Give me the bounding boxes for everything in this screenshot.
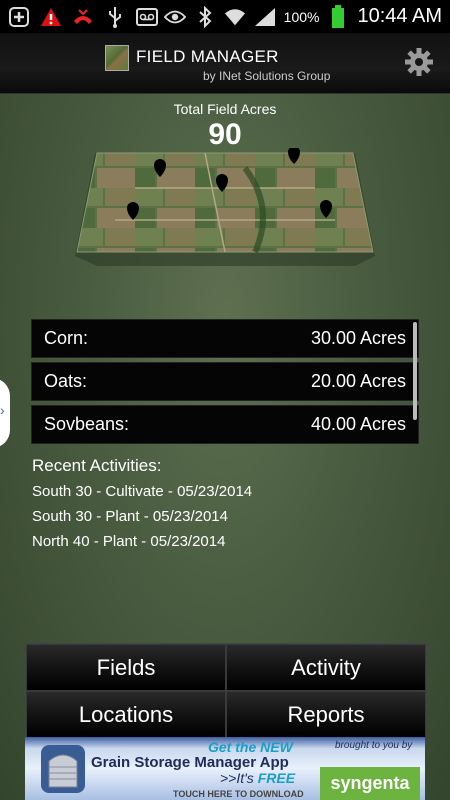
activity-button[interactable]: Activity xyxy=(226,644,426,691)
crop-row-oats[interactable]: Oats: 20.00 Acres xyxy=(31,362,419,401)
ad-free-text: >>It's FREE xyxy=(220,770,295,786)
main-nav: Fields Activity Locations Reports xyxy=(25,643,427,739)
app-logo-icon xyxy=(105,45,129,71)
field-map[interactable] xyxy=(75,146,375,273)
app-header: FIELD MANAGER by INet Solutions Group xyxy=(0,33,450,94)
clock: 10:44 AM xyxy=(357,5,442,27)
ad-free-emph: FREE xyxy=(257,770,296,786)
ad-headline: Get the NEW xyxy=(208,739,293,755)
bluetooth-icon xyxy=(194,5,216,28)
reports-button[interactable]: Reports xyxy=(226,691,426,738)
activity-item[interactable]: South 30 - Plant - 05/23/2014 xyxy=(32,507,252,532)
ad-sponsor-label: brought to you by xyxy=(335,740,413,751)
recent-activities-list: South 30 - Cultivate - 05/23/2014 South … xyxy=(32,482,252,557)
crop-row-soybeans[interactable]: Sovbeans: 40.00 Acres xyxy=(31,405,419,444)
total-field-acres-label: Total Field Acres xyxy=(173,101,277,117)
fields-button[interactable]: Fields xyxy=(26,644,226,691)
missed-call-icon xyxy=(72,6,94,28)
crop-name: Oats: xyxy=(44,371,88,391)
activity-item[interactable]: South 30 - Cultivate - 05/23/2014 xyxy=(32,482,252,507)
crop-acres-list: Corn: 30.00 Acres Oats: 20.00 Acres Sovb… xyxy=(31,319,419,448)
crop-acres: 30.00 Acres xyxy=(310,328,406,348)
battery-icon xyxy=(327,4,349,28)
grain-silo-icon xyxy=(39,743,87,795)
crop-acres: 20.00 Acres xyxy=(310,371,406,391)
ad-free-prefix: >>It's xyxy=(220,770,258,786)
signal-icon xyxy=(254,6,276,28)
voicemail-icon xyxy=(136,6,158,28)
wifi-icon xyxy=(224,6,246,28)
app-subtitle: by INet Solutions Group xyxy=(203,69,331,83)
side-drawer-tab[interactable]: › xyxy=(0,378,10,448)
recent-activities-heading: Recent Activities: xyxy=(32,456,162,475)
crop-list-scrollbar[interactable] xyxy=(413,322,417,420)
chevron-right-icon: › xyxy=(0,402,5,418)
ad-banner[interactable]: Get the NEW Grain Storage Manager App >>… xyxy=(25,737,425,800)
crop-name: Corn: xyxy=(44,328,89,348)
eye-icon xyxy=(163,6,186,28)
warning-icon xyxy=(40,6,62,28)
activity-item[interactable]: North 40 - Plant - 05/23/2014 xyxy=(32,532,252,557)
usb-icon xyxy=(104,6,126,28)
battery-percent: 100% xyxy=(283,8,320,25)
crop-row-corn[interactable]: Corn: 30.00 Acres xyxy=(31,319,419,358)
app-title: FIELD MANAGER xyxy=(136,47,279,66)
ad-cta: TOUCH HERE TO DOWNLOAD xyxy=(173,789,304,799)
total-field-acres-value: 90 xyxy=(208,118,242,151)
locations-button[interactable]: Locations xyxy=(26,691,226,738)
crop-name: Sovbeans: xyxy=(44,414,130,434)
syngenta-logo: syngenta xyxy=(320,767,420,800)
status-bar: 100% 10:44 AM xyxy=(0,0,450,33)
crop-acres: 40.00 Acres xyxy=(310,414,406,434)
settings-gear-icon[interactable] xyxy=(404,47,434,77)
add-icon xyxy=(8,6,30,28)
ad-app-name: Grain Storage Manager App xyxy=(91,754,289,771)
